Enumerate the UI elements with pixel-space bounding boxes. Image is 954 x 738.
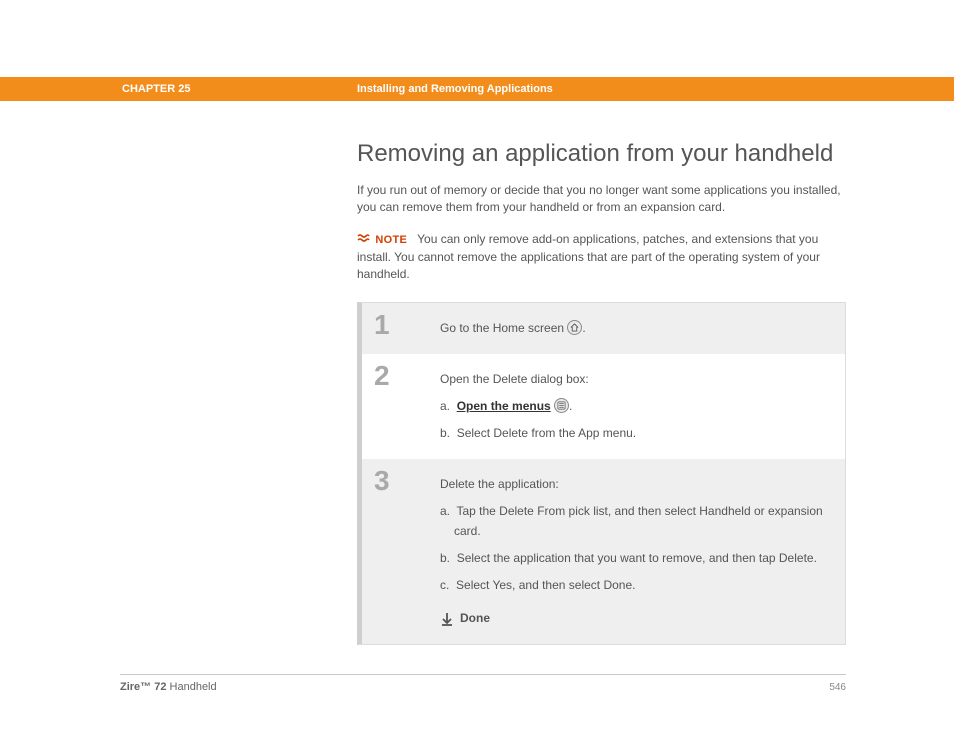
done-label: Done bbox=[460, 609, 490, 628]
footer-brand: Zire™ 72 bbox=[120, 681, 166, 693]
step-body: Go to the Home screen . bbox=[440, 303, 845, 354]
step-row: 3 Delete the application: a. Tap the Del… bbox=[362, 459, 845, 644]
sub-step: b. Select Delete from the App menu. bbox=[440, 424, 831, 443]
sub-text: Select the application that you want to … bbox=[457, 551, 817, 565]
sub-text: Tap the Delete From pick list, and then … bbox=[454, 504, 823, 537]
sub-prefix: a. bbox=[440, 399, 450, 413]
step-text: Delete the application: bbox=[440, 475, 831, 494]
done-indicator: Done bbox=[440, 609, 831, 628]
note-label: NOTE bbox=[375, 234, 407, 246]
page-number: 546 bbox=[829, 682, 846, 693]
sub-text: Select Yes, and then select Done. bbox=[456, 578, 635, 592]
intro-paragraph: If you run out of memory or decide that … bbox=[357, 182, 846, 217]
sub-prefix: b. bbox=[440, 426, 450, 440]
sub-prefix: c. bbox=[440, 578, 449, 592]
step-text-after: . bbox=[582, 321, 585, 335]
sub-step: a. Open the menus . bbox=[440, 397, 831, 416]
steps-table: 1 Go to the Home screen . 2 Open the Del… bbox=[357, 302, 846, 646]
step-body: Delete the application: a. Tap the Delet… bbox=[440, 459, 845, 644]
menu-icon bbox=[554, 398, 569, 413]
footer-product-name: Handheld bbox=[166, 681, 216, 693]
step-text: Go to the Home screen bbox=[440, 321, 564, 335]
open-menus-link[interactable]: Open the menus bbox=[457, 399, 551, 413]
page-footer: Zire™ 72 Handheld 546 bbox=[120, 674, 846, 693]
step-number: 3 bbox=[362, 459, 440, 644]
home-icon bbox=[567, 320, 582, 335]
step-row: 2 Open the Delete dialog box: a. Open th… bbox=[362, 354, 845, 460]
note-block: NOTE You can only remove add-on applicat… bbox=[357, 231, 846, 284]
sub-step: b. Select the application that you want … bbox=[440, 549, 831, 568]
sub-prefix: b. bbox=[440, 551, 450, 565]
step-text: Open the Delete dialog box: bbox=[440, 370, 831, 389]
chapter-number: CHAPTER 25 bbox=[122, 83, 357, 95]
chapter-title: Installing and Removing Applications bbox=[357, 83, 553, 95]
step-row: 1 Go to the Home screen . bbox=[362, 303, 845, 354]
step-number: 1 bbox=[362, 303, 440, 354]
step-body: Open the Delete dialog box: a. Open the … bbox=[440, 354, 845, 460]
note-text: You can only remove add-on applications,… bbox=[357, 232, 820, 281]
done-icon bbox=[440, 612, 454, 626]
sub-text: Select Delete from the App menu. bbox=[457, 426, 636, 440]
sub-step: a. Tap the Delete From pick list, and th… bbox=[440, 502, 831, 540]
note-icon bbox=[357, 233, 370, 246]
page-title: Removing an application from your handhe… bbox=[357, 140, 846, 168]
sub-step: c. Select Yes, and then select Done. bbox=[440, 576, 831, 595]
main-content: Removing an application from your handhe… bbox=[357, 140, 846, 645]
step-number: 2 bbox=[362, 354, 440, 460]
chapter-header: CHAPTER 25 Installing and Removing Appli… bbox=[0, 77, 954, 101]
footer-product: Zire™ 72 Handheld bbox=[120, 681, 217, 693]
sub-prefix: a. bbox=[440, 504, 450, 518]
sub-after: . bbox=[569, 399, 572, 413]
